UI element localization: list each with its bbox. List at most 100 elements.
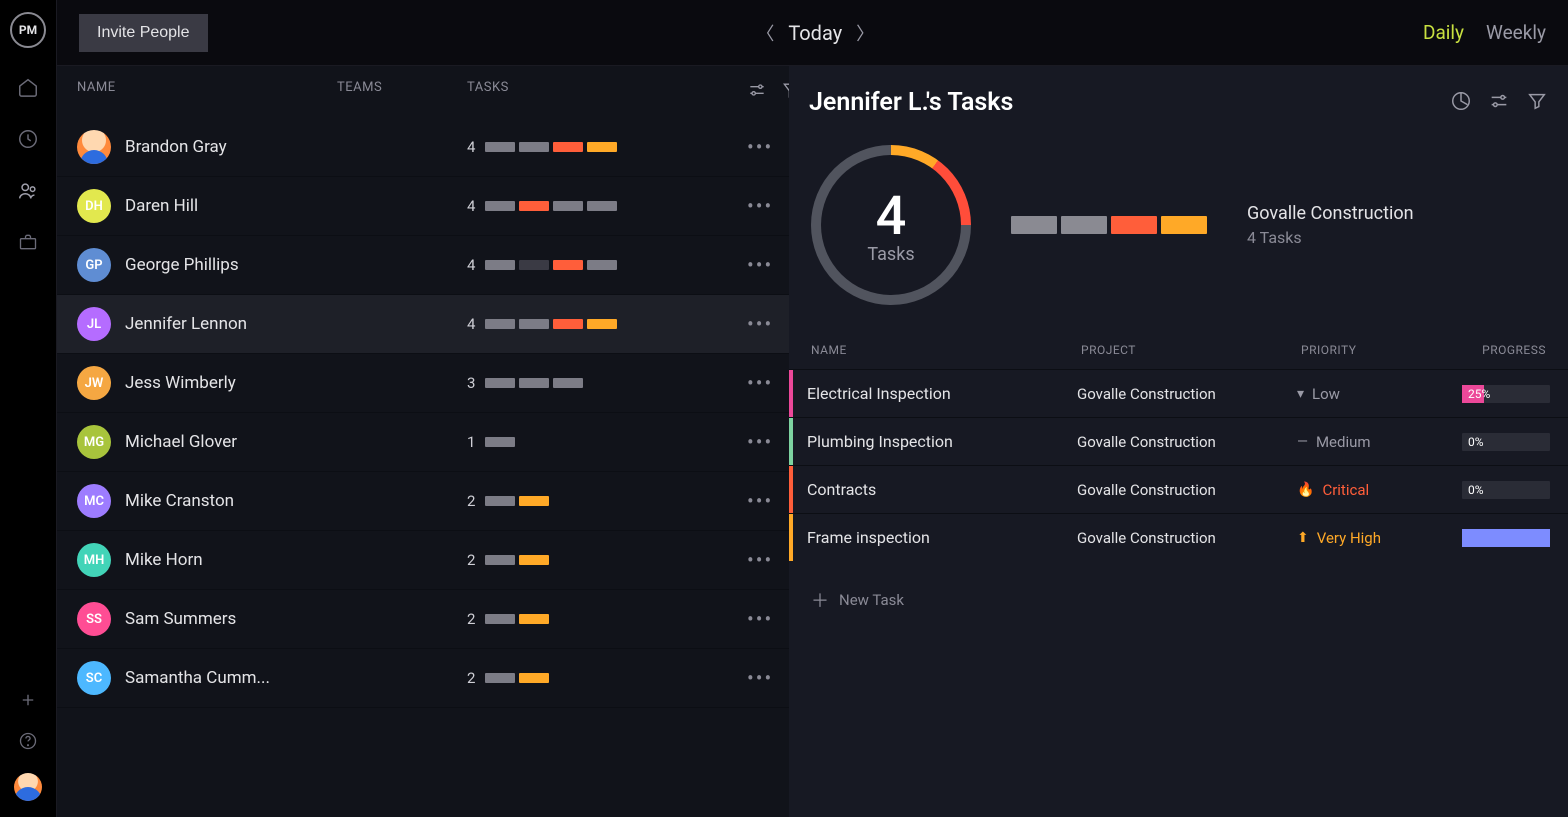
row-more-icon[interactable]: ••• [747, 194, 773, 218]
task-name: Electrical Inspection [807, 384, 1077, 403]
task-count: 2 [467, 669, 485, 687]
person-name: Jennifer Lennon [125, 314, 247, 334]
priority-label: Very High [1317, 529, 1381, 547]
current-user-avatar[interactable] [14, 773, 42, 801]
person-avatar: JL [77, 307, 111, 341]
person-name: George Phillips [125, 255, 239, 275]
task-bar [485, 555, 515, 565]
clock-icon[interactable] [17, 128, 39, 150]
tcol-name: NAME [811, 343, 1081, 357]
task-count: 2 [467, 492, 485, 510]
task-row[interactable]: Contracts Govalle Construction 🔥 Critica… [789, 465, 1568, 513]
task-priority: — Medium [1297, 433, 1447, 451]
task-row[interactable]: Plumbing Inspection Govalle Construction… [789, 417, 1568, 465]
task-row[interactable]: Frame inspection Govalle Construction ⬆ … [789, 513, 1568, 561]
row-more-icon[interactable]: ••• [747, 135, 773, 159]
task-bar [587, 142, 617, 152]
current-date-label: Today [788, 21, 842, 45]
task-priority: 🔥 Critical [1297, 481, 1447, 499]
add-icon[interactable] [19, 691, 37, 709]
prev-day-icon[interactable]: 〈 [756, 20, 774, 46]
task-detail-panel: Jennifer L.'s Tasks [789, 66, 1568, 817]
person-row[interactable]: SS Sam Summers 2 ••• [57, 590, 789, 649]
task-bar [519, 673, 549, 683]
row-more-icon[interactable]: ••• [747, 607, 773, 631]
task-bars [485, 142, 617, 152]
priority-icon: ⬆ [1297, 530, 1309, 546]
tcol-priority: PRIORITY [1301, 343, 1451, 357]
person-row[interactable]: SC Samantha Cumm... 2 ••• [57, 649, 789, 708]
ring-label: Tasks [867, 244, 914, 265]
tcol-progress: PROGRESS [1451, 343, 1546, 357]
task-count: 2 [467, 551, 485, 569]
new-task-label: New Task [839, 591, 904, 609]
filter-icon[interactable] [1526, 90, 1548, 116]
task-bars [485, 614, 549, 624]
people-panel: NAME TEAMS TASKS Brandon Gray [57, 66, 789, 817]
help-icon[interactable] [18, 731, 38, 751]
person-row[interactable]: MH Mike Horn 2 ••• [57, 531, 789, 590]
row-more-icon[interactable]: ••• [747, 666, 773, 690]
task-bar [485, 260, 515, 270]
people-icon[interactable] [17, 180, 39, 202]
progress-text: 0% [1468, 481, 1484, 499]
task-bar [485, 496, 515, 506]
progress-text: 0% [1468, 433, 1484, 451]
person-avatar: GP [77, 248, 111, 282]
task-bar [587, 319, 617, 329]
task-count: 2 [467, 610, 485, 628]
briefcase-icon[interactable] [17, 232, 39, 252]
priority-label: Low [1312, 385, 1340, 403]
task-bar [485, 142, 515, 152]
person-avatar: JW [77, 366, 111, 400]
row-more-icon[interactable]: ••• [747, 253, 773, 277]
chart-icon[interactable] [1450, 90, 1472, 116]
view-daily[interactable]: Daily [1423, 21, 1464, 44]
person-name: Mike Horn [125, 550, 203, 570]
row-more-icon[interactable]: ••• [747, 371, 773, 395]
detail-title: Jennifer L.'s Tasks [809, 88, 1450, 117]
home-icon[interactable] [17, 76, 39, 98]
row-more-icon[interactable]: ••• [747, 548, 773, 572]
next-day-icon[interactable]: 〉 [856, 20, 874, 46]
task-bars [485, 260, 617, 270]
new-task-button[interactable]: ＋ New Task [789, 561, 1568, 639]
task-bar [485, 673, 515, 683]
person-row[interactable]: MG Michael Glover 1 ••• [57, 413, 789, 472]
task-bar [553, 378, 583, 388]
task-ring-chart: 4 Tasks [811, 145, 971, 305]
person-row[interactable]: DH Daren Hill 4 ••• [57, 177, 789, 236]
person-name: Sam Summers [125, 609, 236, 629]
task-bar [553, 201, 583, 211]
person-row[interactable]: MC Mike Cranston 2 ••• [57, 472, 789, 531]
task-bars [485, 437, 515, 447]
row-more-icon[interactable]: ••• [747, 312, 773, 336]
task-name: Plumbing Inspection [807, 432, 1077, 451]
invite-people-button[interactable]: Invite People [79, 14, 208, 52]
task-bar [519, 378, 549, 388]
row-more-icon[interactable]: ••• [747, 430, 773, 454]
settings-sliders-icon[interactable] [1488, 90, 1510, 116]
task-row[interactable]: Electrical Inspection Govalle Constructi… [789, 369, 1568, 417]
person-row[interactable]: JL Jennifer Lennon 4 ••• [57, 295, 789, 354]
row-more-icon[interactable]: ••• [747, 489, 773, 513]
view-weekly[interactable]: Weekly [1486, 21, 1546, 44]
person-row[interactable]: GP George Phillips 4 ••• [57, 236, 789, 295]
settings-sliders-icon[interactable] [747, 80, 767, 104]
person-avatar: MH [77, 543, 111, 577]
task-project: Govalle Construction [1077, 529, 1297, 547]
task-bar [519, 201, 549, 211]
task-bar [519, 319, 549, 329]
progress-bar: 0% [1462, 433, 1550, 451]
person-avatar: DH [77, 189, 111, 223]
person-row[interactable]: Brandon Gray 4 ••• [57, 118, 789, 177]
task-table-header: NAME PROJECT PRIORITY PROGRESS [789, 331, 1568, 369]
task-bar [485, 319, 515, 329]
task-bars [485, 201, 617, 211]
task-bar [587, 260, 617, 270]
summary-task-bars [1011, 216, 1207, 234]
task-bar [553, 319, 583, 329]
person-name: Samantha Cumm... [125, 668, 270, 688]
person-row[interactable]: JW Jess Wimberly 3 ••• [57, 354, 789, 413]
task-bars [485, 378, 583, 388]
